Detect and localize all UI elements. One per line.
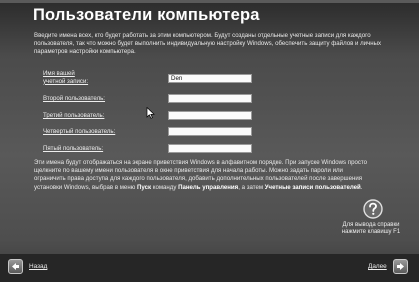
page-title: Пользователи компьютера (33, 6, 260, 24)
account-name-label: Имя вашей учетной записи: (43, 70, 88, 85)
back-button[interactable]: Назад (8, 259, 47, 274)
note-part2: команду (151, 183, 179, 191)
intro-text: Введите имена всех, кто будет работать з… (34, 32, 382, 56)
top-band (0, 0, 419, 3)
fourth-user-field[interactable] (168, 127, 252, 136)
setup-screen: Пользователи компьютера Введите имена вс… (0, 0, 419, 282)
next-button-label: Далее (368, 263, 387, 270)
account-name-field[interactable]: Den (168, 74, 252, 83)
fourth-user-label: Четвертый пользователь: (43, 128, 116, 135)
arrow-right-icon (392, 259, 408, 274)
fifth-user-label: Пятый пользователь: (43, 145, 104, 152)
help-hint-line2: нажмите клавишу F1 (341, 229, 401, 236)
note-part4: . (360, 183, 363, 191)
help-hint-line1: Для вывода справки (342, 222, 400, 228)
arrow-left-icon (8, 259, 23, 274)
third-user-label: Третий пользователь: (43, 112, 105, 119)
fifth-user-field[interactable] (168, 144, 252, 153)
note-start-menu: Пуск (136, 183, 152, 191)
note-text: Эти имена будут отображаться на экране п… (34, 159, 374, 192)
note-control-panel: Панель управления (178, 183, 239, 191)
mouse-pointer-icon (146, 107, 155, 119)
second-user-label: Второй пользователь: (43, 95, 106, 102)
third-user-field[interactable] (168, 111, 252, 120)
back-button-label: Назад (29, 263, 48, 270)
second-user-field[interactable] (168, 94, 252, 103)
next-button[interactable]: Далее (368, 259, 408, 274)
question-icon[interactable] (363, 199, 383, 219)
note-part3: , а затем (238, 183, 265, 191)
note-user-accounts: Учетные записи пользователей (264, 183, 361, 191)
account-name-label-line1: Имя вашей (43, 70, 75, 77)
bottom-nav-bar (0, 253, 419, 282)
account-name-label-line2: учетной записи: (43, 77, 89, 85)
help-hint: Для вывода справки нажмите клавишу F1 (336, 222, 406, 237)
